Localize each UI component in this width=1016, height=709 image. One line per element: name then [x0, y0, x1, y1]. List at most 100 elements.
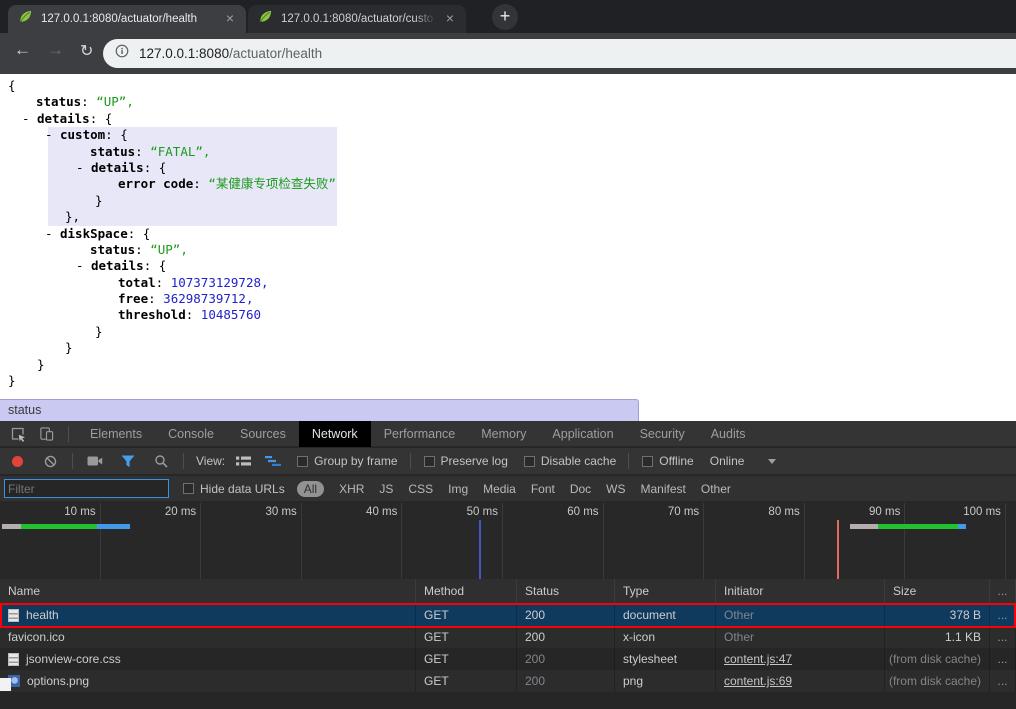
json-colon: :	[90, 111, 105, 126]
device-toolbar-icon[interactable]	[36, 424, 56, 444]
collapse-marker[interactable]: -	[45, 226, 60, 242]
clear-icon[interactable]	[40, 451, 60, 471]
filter-chip-other[interactable]: Other	[701, 482, 731, 496]
inspect-element-icon[interactable]	[8, 424, 28, 444]
throttling-select[interactable]: Online	[710, 454, 745, 468]
column-header-status[interactable]: Status	[517, 579, 615, 603]
column-header-[interactable]: ...	[990, 579, 1016, 603]
tab-audits[interactable]: Audits	[698, 421, 759, 447]
close-icon[interactable]: ×	[222, 11, 238, 27]
tab-sources[interactable]: Sources	[227, 421, 299, 447]
json-line: -diskSpace: {	[0, 226, 1016, 242]
filter-chip-xhr[interactable]: XHR	[339, 482, 364, 496]
address-bar[interactable]: 127.0.0.1:8080/actuator/health	[103, 39, 1016, 68]
tab-application[interactable]: Application	[539, 421, 626, 447]
tab-security[interactable]: Security	[627, 421, 698, 447]
initiator-link[interactable]: content.js:47	[724, 648, 792, 670]
new-tab-button[interactable]: +	[492, 4, 518, 30]
filter-funnel-icon[interactable]	[118, 451, 138, 471]
json-colon: :	[135, 242, 150, 257]
tab-title-fade	[414, 10, 440, 28]
collapse-marker[interactable]: -	[76, 160, 91, 176]
json-punct: }	[95, 193, 103, 208]
timeline-tick: 80 ms	[704, 503, 805, 579]
status-bubble: status	[0, 399, 639, 421]
json-value: {	[143, 226, 151, 241]
network-overview-timeline[interactable]: 10 ms20 ms30 ms40 ms50 ms60 ms70 ms80 ms…	[0, 503, 1016, 579]
collapse-marker[interactable]: -	[22, 111, 37, 127]
json-line: -details: {	[0, 160, 1016, 176]
filter-chip-doc[interactable]: Doc	[570, 482, 591, 496]
browser-tab[interactable]: 127.0.0.1:8080/actuator/custo×	[248, 5, 466, 33]
column-header-method[interactable]: Method	[416, 579, 517, 603]
search-icon[interactable]	[151, 451, 171, 471]
record-icon[interactable]	[12, 456, 23, 467]
tab-memory[interactable]: Memory	[468, 421, 539, 447]
browser-tab[interactable]: 127.0.0.1:8080/actuator/health×	[8, 5, 246, 33]
filter-chip-font[interactable]: Font	[531, 482, 555, 496]
url-path: /actuator/health	[229, 46, 322, 61]
initiator-link[interactable]: content.js:69	[724, 670, 792, 692]
group-by-frame-checkbox[interactable]	[297, 456, 308, 467]
offline-label: Offline	[659, 454, 693, 468]
json-key: total	[118, 275, 156, 290]
screenshot-camera-icon[interactable]	[85, 451, 105, 471]
timeline-tick: 60 ms	[503, 503, 604, 579]
json-punct: }	[65, 340, 73, 355]
table-row[interactable]: jsonview-core.cssGET200stylesheetcontent…	[0, 648, 1016, 670]
json-line: -details: {	[0, 258, 1016, 274]
chevron-down-icon[interactable]	[768, 459, 776, 464]
column-header-initiator[interactable]: Initiator	[716, 579, 885, 603]
tab-console[interactable]: Console	[155, 421, 227, 447]
preserve-log-checkbox[interactable]	[424, 456, 435, 467]
tab-performance[interactable]: Performance	[371, 421, 469, 447]
column-header-name[interactable]: Name	[0, 579, 416, 603]
timeline-tick: 100 ms	[905, 503, 1006, 579]
filter-chip-img[interactable]: Img	[448, 482, 468, 496]
table-row[interactable]: healthGET200documentOther378 B...	[0, 604, 1016, 626]
table-row[interactable]: favicon.icoGET200x-iconOther1.1 KB...	[0, 626, 1016, 648]
filter-chip-all[interactable]: All	[297, 481, 324, 497]
timeline-tick: 10 ms	[0, 503, 101, 579]
json-value: {	[120, 127, 128, 142]
view-list-icon[interactable]	[233, 451, 253, 471]
table-row[interactable]: options.pngGET200pngcontent.js:69(from d…	[0, 670, 1016, 692]
filter-chip-media[interactable]: Media	[483, 482, 516, 496]
json-line: free: 36298739712,	[0, 291, 1016, 307]
close-icon[interactable]: ×	[442, 11, 458, 27]
request-name: options.png	[27, 670, 89, 692]
page-info-icon[interactable]	[115, 44, 129, 63]
json-punct: }	[95, 324, 103, 339]
json-line: status: “UP”,	[0, 94, 1016, 110]
request-status-cell: 200	[517, 670, 615, 692]
spring-leaf-icon	[18, 9, 33, 29]
hide-data-urls-checkbox[interactable]	[183, 483, 194, 494]
request-type-cell: x-icon	[615, 626, 716, 648]
filter-chip-css[interactable]: CSS	[408, 482, 433, 496]
filter-input[interactable]	[4, 479, 169, 498]
collapse-marker[interactable]: -	[76, 258, 91, 274]
reload-button[interactable]: ↻	[80, 41, 93, 61]
filter-chip-ws[interactable]: WS	[606, 482, 625, 496]
divider	[410, 453, 411, 469]
json-line: total: 107373129728,	[0, 275, 1016, 291]
initiator-text: Other	[724, 604, 754, 626]
json-line: threshold: 10485760	[0, 307, 1016, 323]
forward-button[interactable]: →	[47, 40, 64, 60]
browser-window: 127.0.0.1:8080/actuator/health×127.0.0.1…	[0, 0, 1016, 709]
view-waterfall-icon[interactable]	[263, 451, 283, 471]
network-filter-bar: Hide data URLs AllXHRJSCSSImgMediaFontDo…	[0, 476, 1016, 502]
column-header-type[interactable]: Type	[615, 579, 716, 603]
filter-chip-js[interactable]: JS	[379, 482, 393, 496]
json-key: details	[91, 258, 144, 273]
collapse-marker[interactable]: -	[45, 127, 60, 143]
browser-toolbar: ← → ↻ 127.0.0.1:8080/actuator/health	[0, 33, 1016, 74]
json-line: -details: {	[0, 111, 1016, 127]
column-header-size[interactable]: Size	[885, 579, 990, 603]
filter-chip-manifest[interactable]: Manifest	[641, 482, 686, 496]
disable-cache-checkbox[interactable]	[524, 456, 535, 467]
back-button[interactable]: ←	[14, 40, 31, 60]
tab-network[interactable]: Network	[299, 421, 371, 447]
offline-checkbox[interactable]	[642, 456, 653, 467]
tab-elements[interactable]: Elements	[77, 421, 155, 447]
